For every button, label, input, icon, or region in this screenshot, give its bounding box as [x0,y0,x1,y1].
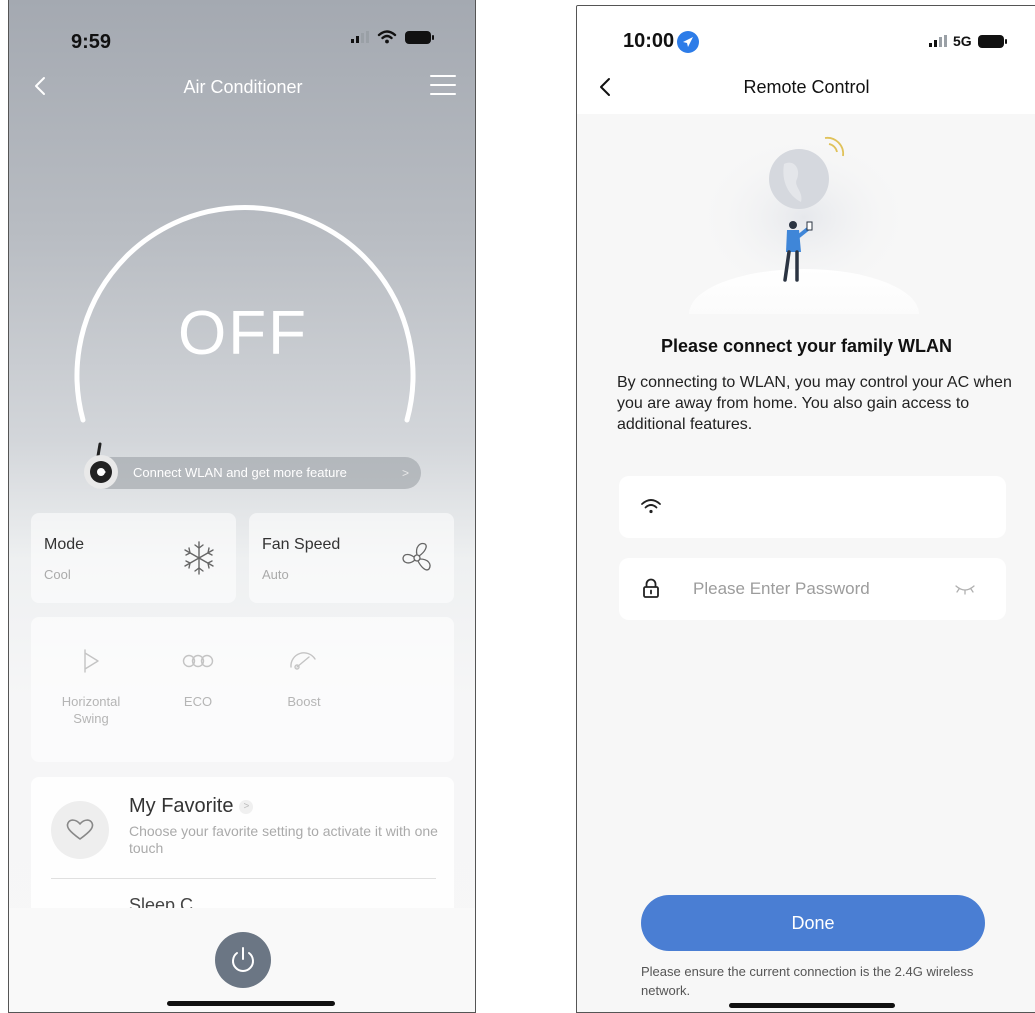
wlan-heading: Please connect your family WLAN [660,336,953,356]
heart-icon [51,801,109,859]
wlan-banner-arrow: > [401,466,409,480]
cellular-signal-icon [929,35,947,47]
status-time-text: 10:00 [623,30,675,52]
wlan-description: By connecting to WLAN, you may control y… [617,374,1012,433]
horizontal-swing-button[interactable]: Horizontal Swing [49,647,133,727]
eye-closed-icon[interactable] [954,582,976,596]
status-time: 10:00 [623,30,700,53]
status-icons: 5G [929,33,1007,49]
eco-button[interactable]: ECO [163,647,233,710]
boost-label: Boost [287,694,321,709]
chevron-right-icon: > [239,799,254,814]
eco-label: ECO [183,694,213,709]
remote-control-screen: 10:00 5G Remote Control Please connect y… [576,5,1035,1013]
horizontal-swing-label: Horizontal Swing [61,694,121,726]
mode-label: Mode [44,536,85,553]
password-input[interactable] [693,558,943,620]
divider [51,878,436,879]
my-favorite-card[interactable]: My Favorite > Choose your favorite settin… [31,777,454,927]
fan-speed-value: Auto [262,567,289,582]
header: 10:00 5G Remote Control [577,6,1035,114]
password-field[interactable] [619,558,1006,620]
page-title: Remote Control [743,77,870,97]
battery-icon [405,30,434,44]
power-state-label: OFF [178,299,308,368]
air-conditioner-screen: 9:59 Air Conditioner OFF Connect WLAN an… [8,0,476,1013]
fan-icon [402,542,431,571]
wifi-name-input[interactable] [693,476,943,538]
boost-icon [290,652,316,670]
person-globe-illustration [689,124,919,314]
wifi-name-field[interactable] [619,476,1006,538]
boost-button[interactable]: Boost [269,647,339,710]
battery-icon [977,34,1007,48]
network-label: 5G [953,33,972,49]
my-favorite-title: My Favorite > [129,795,254,818]
snowflake-icon [184,541,214,575]
wifi-icon [641,499,661,514]
swing-icon [84,649,99,673]
fan-speed-label: Fan Speed [262,536,341,553]
connect-wlan-banner[interactable]: Connect WLAN and get more feature > [85,457,421,489]
wlan-banner-text: Connect WLAN and get more feature [133,465,347,480]
mode-card[interactable]: Mode Cool [31,513,236,603]
home-indicator [729,1003,895,1008]
wifi-status-icon [377,30,397,44]
features-card: Horizontal Swing ECO Boost [31,617,454,762]
menu-icon[interactable] [430,75,456,97]
page-title: Air Conditioner [183,77,303,97]
my-favorite-label: My Favorite [129,795,234,817]
home-indicator [167,1001,335,1006]
network-note: Please ensure the current connection is … [641,964,974,998]
status-icons [351,30,434,44]
ac-device-icon [84,442,118,489]
done-button[interactable]: Done [641,895,985,951]
status-time: 9:59 [71,31,112,53]
power-button[interactable] [215,932,271,988]
my-favorite-description: Choose your favorite setting to activate… [129,823,438,856]
fan-speed-card[interactable]: Fan Speed Auto [249,513,454,603]
temperature-dial[interactable] [63,152,427,432]
cellular-signal-icon [351,31,369,43]
mode-value: Cool [44,567,71,582]
lock-icon [643,578,659,598]
eco-icon [182,654,214,668]
location-icon [677,30,700,53]
power-icon [232,947,254,972]
